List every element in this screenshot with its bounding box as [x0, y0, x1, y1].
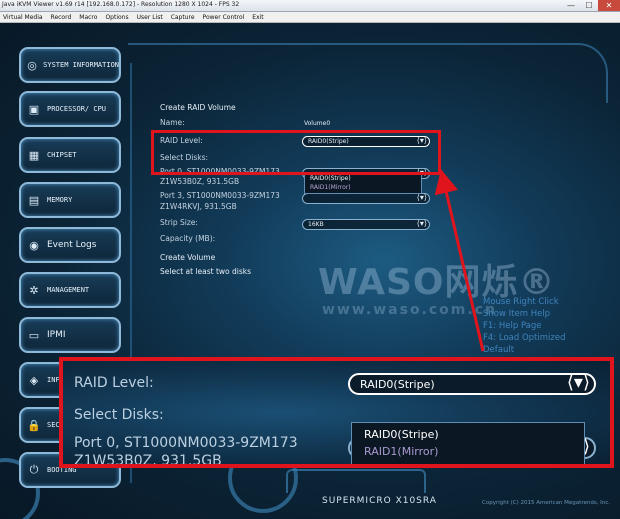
- close-button[interactable]: ✕: [598, 0, 620, 11]
- zoom-raid-level-label: RAID Level:: [74, 375, 154, 391]
- menu-user-list[interactable]: User List: [137, 14, 163, 21]
- sidebar-item-management[interactable]: ✲ MANAGEMENT: [19, 272, 121, 308]
- notice-text: Select at least two disks: [160, 267, 252, 276]
- zoom-raid-level-select[interactable]: RAID0(Stripe) ⟨▾⟩: [348, 372, 596, 395]
- zoom-raid-level-value: RAID0(Stripe): [360, 378, 435, 391]
- sidebar-item-label: IPMI: [47, 330, 66, 340]
- create-volume-button[interactable]: Create Volume: [160, 253, 215, 262]
- sidebar-item-label: Event Logs: [47, 240, 97, 250]
- zoom-callout: RAID Level: RAID0(Stripe) ⟨▾⟩ Select Dis…: [59, 357, 614, 468]
- menu-record[interactable]: Record: [51, 14, 72, 21]
- dropdown-option[interactable]: RAID0(Stripe): [310, 175, 351, 182]
- sidebar-item-event-logs[interactable]: ◉ Event Logs: [19, 227, 121, 263]
- sidebar-item-ipmi[interactable]: ▭ IPMI: [19, 317, 121, 353]
- zoom-disk0-name: Port 0, ST1000NM0033-9ZM173: [74, 435, 298, 451]
- memory-icon: ▤: [28, 193, 40, 207]
- sidebar-item-system-information[interactable]: ◎ SYSTEM INFORMATION: [19, 47, 121, 83]
- maximize-button[interactable]: ☐: [580, 0, 598, 11]
- system-info-icon: ◎: [27, 58, 37, 72]
- sidebar-item-label: SYSTEM INFORMATION: [43, 61, 119, 69]
- help-text: Mouse Right Click: [483, 297, 559, 307]
- menu-capture[interactable]: Capture: [171, 14, 195, 21]
- capacity-label: Capacity (MB):: [160, 234, 216, 243]
- security-icon: 🔒: [27, 418, 41, 432]
- dropdown-option[interactable]: RAID0(Stripe): [364, 428, 439, 441]
- help-text: F1: Help Page: [483, 321, 542, 331]
- form-heading: Create RAID Volume: [160, 103, 236, 112]
- ipmi-icon: ▭: [28, 328, 40, 342]
- chevron-down-icon: ⟨▾⟩: [416, 193, 427, 202]
- minimize-button[interactable]: —: [562, 0, 580, 11]
- help-text: F4: Load Optimized: [483, 333, 566, 343]
- window-titlebar: Java iKVM Viewer v1.69 r14 [192.168.0.17…: [0, 0, 620, 12]
- strip-size-label: Strip Size:: [160, 218, 198, 227]
- sidebar-item-chipset[interactable]: ▦ CHIPSET: [19, 137, 121, 173]
- chipset-icon: ▦: [28, 148, 40, 162]
- highlight-box: [151, 130, 441, 175]
- menu-power-control[interactable]: Power Control: [203, 14, 245, 21]
- processor-icon: ▣: [28, 102, 40, 116]
- menu-exit[interactable]: Exit: [252, 14, 263, 21]
- window-title: Java iKVM Viewer v1.69 r14 [192.168.0.17…: [2, 1, 240, 8]
- strip-size-select[interactable]: 16KB ⟨▾⟩: [302, 219, 430, 230]
- name-value[interactable]: Volume0: [304, 120, 330, 127]
- sidebar-item-label: MEMORY: [47, 196, 73, 204]
- dropdown-option[interactable]: RAID1(Mirror): [310, 184, 351, 191]
- help-text: Default: [483, 345, 515, 355]
- sidebar-item-label: INF: [47, 376, 60, 384]
- bottom-decoration: [286, 469, 426, 493]
- sidebar-item-processor[interactable]: ▣ PROCESSOR/ CPU: [19, 91, 121, 127]
- watermark-url: www.waso.com.cn: [322, 302, 497, 318]
- sidebar-item-label: SEC: [47, 421, 60, 429]
- zoom-disk0-detail: Z1W53B0Z, 931.5GB: [74, 453, 222, 468]
- strip-size-value: 16KB: [308, 221, 324, 228]
- menu-virtual-media[interactable]: Virtual Media: [3, 14, 43, 21]
- chevron-down-icon: ⟨▾⟩: [416, 219, 427, 228]
- booting-icon: ⏻: [29, 463, 39, 476]
- board-title: SUPERMICRO X10SRA: [322, 496, 437, 506]
- management-icon: ✲: [29, 283, 39, 297]
- frame-decoration: [128, 43, 608, 103]
- chevron-down-icon: ⟨▾⟩: [566, 372, 590, 393]
- zoom-raid-dropdown: RAID0(Stripe) RAID1(Mirror): [351, 422, 585, 464]
- kvm-screen[interactable]: ◎ SYSTEM INFORMATION ▣ PROCESSOR/ CPU ▦ …: [0, 23, 620, 519]
- sidebar-item-label: PROCESSOR/ CPU: [47, 105, 107, 113]
- disk3-select[interactable]: ⟨▾⟩: [302, 193, 430, 204]
- sidebar-item-memory[interactable]: ▤ MEMORY: [19, 182, 121, 218]
- sidebar-item-label: MANAGEMENT: [47, 286, 90, 294]
- help-text: Show Item Help: [483, 309, 551, 319]
- copyright-text: Copyright (C) 2015 American Megatrends, …: [482, 500, 611, 506]
- dropdown-option[interactable]: RAID1(Mirror): [364, 445, 438, 458]
- raid-level-dropdown: RAID0(Stripe) RAID1(Mirror): [304, 172, 422, 194]
- disk3-name: Port 3, ST1000NM0033-9ZM173: [160, 191, 280, 200]
- name-label: Name:: [160, 118, 185, 127]
- menu-options[interactable]: Options: [105, 14, 128, 21]
- zoom-select-disks-label: Select Disks:: [74, 407, 164, 423]
- disk0-detail: Z1W53B0Z, 931.5GB: [160, 177, 240, 186]
- menu-bar: Virtual Media Record Macro Options User …: [0, 12, 620, 23]
- info-icon: ◈: [29, 373, 39, 387]
- menu-macro[interactable]: Macro: [79, 14, 97, 21]
- sidebar-item-label: CHIPSET: [47, 151, 77, 159]
- disk3-detail: Z1W4RKVJ, 931.5GB: [160, 202, 237, 211]
- window-controls: — ☐ ✕: [562, 0, 620, 12]
- event-logs-icon: ◉: [29, 238, 39, 252]
